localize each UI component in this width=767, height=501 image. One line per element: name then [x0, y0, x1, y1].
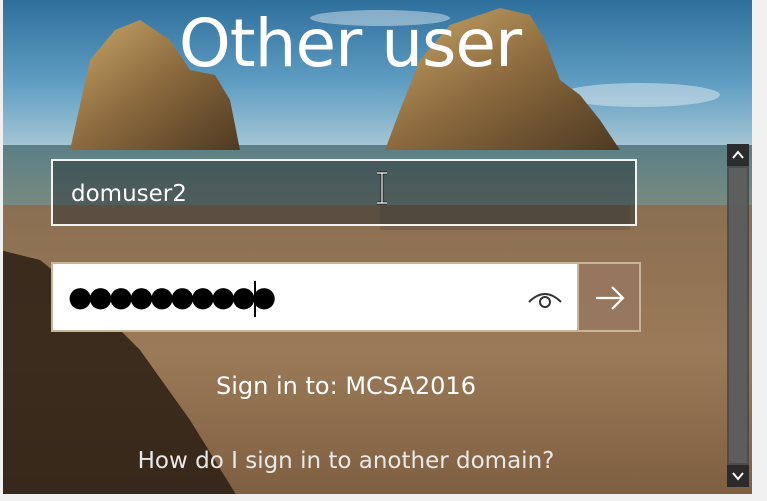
username-value: domuser2: [71, 181, 187, 207]
scroll-thumb[interactable]: [729, 168, 747, 463]
lock-screen: Other user domuser2 ●●●●●●●●●● Sign in t…: [0, 0, 767, 501]
vertical-scrollbar[interactable]: [727, 144, 749, 487]
scroll-down-button[interactable]: [727, 465, 749, 487]
window-frame-left: [0, 0, 3, 501]
text-caret: [254, 281, 256, 317]
username-field[interactable]: domuser2: [51, 159, 637, 226]
chevron-up-icon: [732, 150, 744, 159]
password-masked-value: ●●●●●●●●●●: [68, 280, 276, 313]
password-row: ●●●●●●●●●●: [51, 262, 641, 332]
arrow-right-icon: [596, 286, 625, 310]
sign-in-domain-label: Sign in to: MCSA2016: [216, 372, 476, 400]
other-domain-link[interactable]: How do I sign in to another domain?: [0, 446, 692, 476]
window-frame-bottom: [0, 494, 767, 501]
chevron-down-icon: [732, 472, 744, 481]
scroll-up-button[interactable]: [727, 144, 749, 166]
eye-icon[interactable]: [525, 282, 565, 314]
text-cursor-icon: [377, 171, 387, 205]
page-title: Other user: [178, 5, 522, 82]
submit-button[interactable]: [577, 262, 641, 332]
password-field[interactable]: ●●●●●●●●●●: [51, 262, 577, 332]
window-frame-right: [752, 0, 767, 501]
